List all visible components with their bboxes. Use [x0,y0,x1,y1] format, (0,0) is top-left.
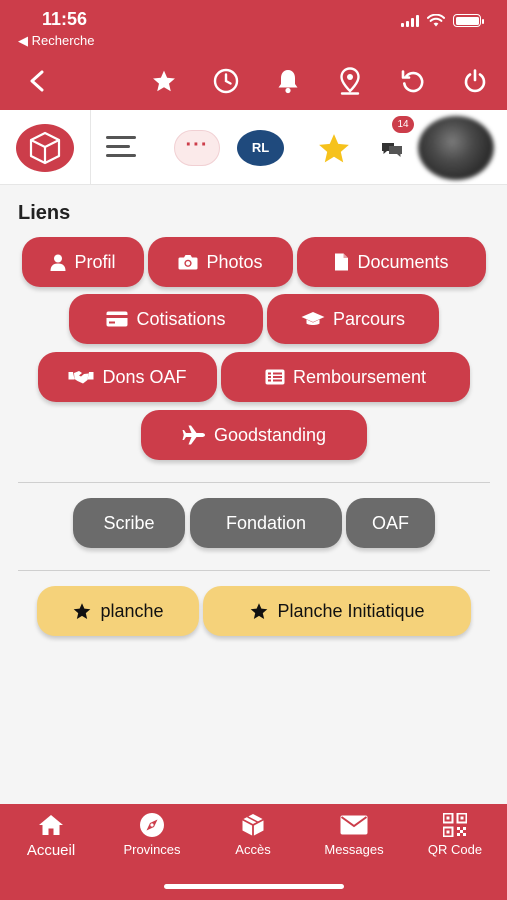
documents-label: Documents [357,251,449,272]
graduation-cap-icon [301,312,325,325]
remboursement-button[interactable]: Remboursement [221,352,470,402]
envelope-icon [340,815,368,835]
cube-logo-icon[interactable] [16,123,74,172]
fondation-label: Fondation [225,512,307,533]
wifi-icon [427,14,445,27]
oaf-label: OAF [371,512,409,533]
star-icon [251,602,268,619]
status-time: 11:56 [42,9,88,29]
star-icon [74,602,91,619]
receipt-icon [265,369,285,385]
tab-acces-label: Accès [235,842,271,857]
planche-label: planche [100,600,164,621]
tab-qr-code[interactable]: QR Code [410,812,500,857]
divider [18,482,490,483]
dons-oaf-label: Dons OAF [102,366,187,387]
location-pin-icon[interactable] [333,64,367,98]
parcours-button[interactable]: Parcours [267,294,439,344]
back-to-app-link[interactable]: ◀ Recherche [18,33,94,49]
menu-icon[interactable] [106,136,136,158]
status-bar: 11:56 ◀ Recherche [0,0,507,54]
tab-accueil-label: Accueil [26,842,76,859]
scribe-label: Scribe [103,512,155,533]
home-icon [39,815,63,835]
cube-icon [242,814,264,836]
planche-initiatique-label: Planche Initiatique [277,600,425,621]
tab-provinces-label: Provinces [123,842,181,857]
goodstanding-button[interactable]: Goodstanding [141,410,367,460]
tab-accueil[interactable]: Accueil [6,812,96,859]
star-icon[interactable] [147,64,181,98]
photos-button[interactable]: Photos [148,237,293,287]
favorite-star-icon[interactable] [316,132,352,166]
signal-icon [401,14,419,27]
cotisations-button[interactable]: Cotisations [69,294,263,344]
fondation-button[interactable]: Fondation [190,498,342,548]
battery-icon [453,14,484,27]
user-icon [50,254,66,271]
dons-oaf-button[interactable]: Dons OAF [38,352,217,402]
favorite-planche-button[interactable]: planche [37,586,199,636]
compass-icon [140,813,164,837]
more-options-button[interactable]: ··· [174,130,220,166]
divider [18,570,490,571]
logo-container [0,110,91,185]
back-chevron-icon[interactable] [20,64,54,98]
message-count-badge: 14 [392,116,414,133]
scribe-button[interactable]: Scribe [73,498,185,548]
camera-icon [178,255,198,270]
favorite-planche-initiatique-button[interactable]: Planche Initiatique [203,586,471,636]
profil-label: Profil [74,251,116,272]
remboursement-label: Remboursement [292,366,427,387]
tab-messages-label: Messages [324,842,384,857]
parcours-label: Parcours [332,308,406,329]
profil-button[interactable]: Profil [22,237,144,287]
user-avatar[interactable] [418,116,494,180]
bell-icon[interactable] [271,64,305,98]
chat-icon[interactable] [380,140,404,160]
tab-qr-code-label: QR Code [427,842,483,857]
system-icons [401,14,484,27]
oaf-button[interactable]: OAF [346,498,435,548]
toolbar [0,56,507,106]
cotisations-label: Cotisations [136,308,226,329]
section-title: Liens [18,202,71,224]
refresh-icon[interactable] [396,64,430,98]
tab-messages[interactable]: Messages [309,812,399,857]
rl-avatar-button[interactable]: RL [237,130,284,166]
goodstanding-label: Goodstanding [213,424,327,445]
documents-button[interactable]: Documents [297,237,486,287]
airplane-icon [182,425,205,445]
app-header: ··· RL 14 [0,110,507,185]
tab-acces[interactable]: Accès [208,812,298,857]
credit-card-icon [106,311,128,327]
document-icon [335,253,349,271]
home-indicator [164,884,344,889]
tab-provinces[interactable]: Provinces [107,812,197,857]
handshake-icon [68,371,94,384]
photos-label: Photos [206,251,263,272]
qr-code-icon [443,813,467,837]
power-icon[interactable] [458,64,492,98]
top-bar: 11:56 ◀ Recherche [0,0,507,110]
clock-icon[interactable] [209,64,243,98]
